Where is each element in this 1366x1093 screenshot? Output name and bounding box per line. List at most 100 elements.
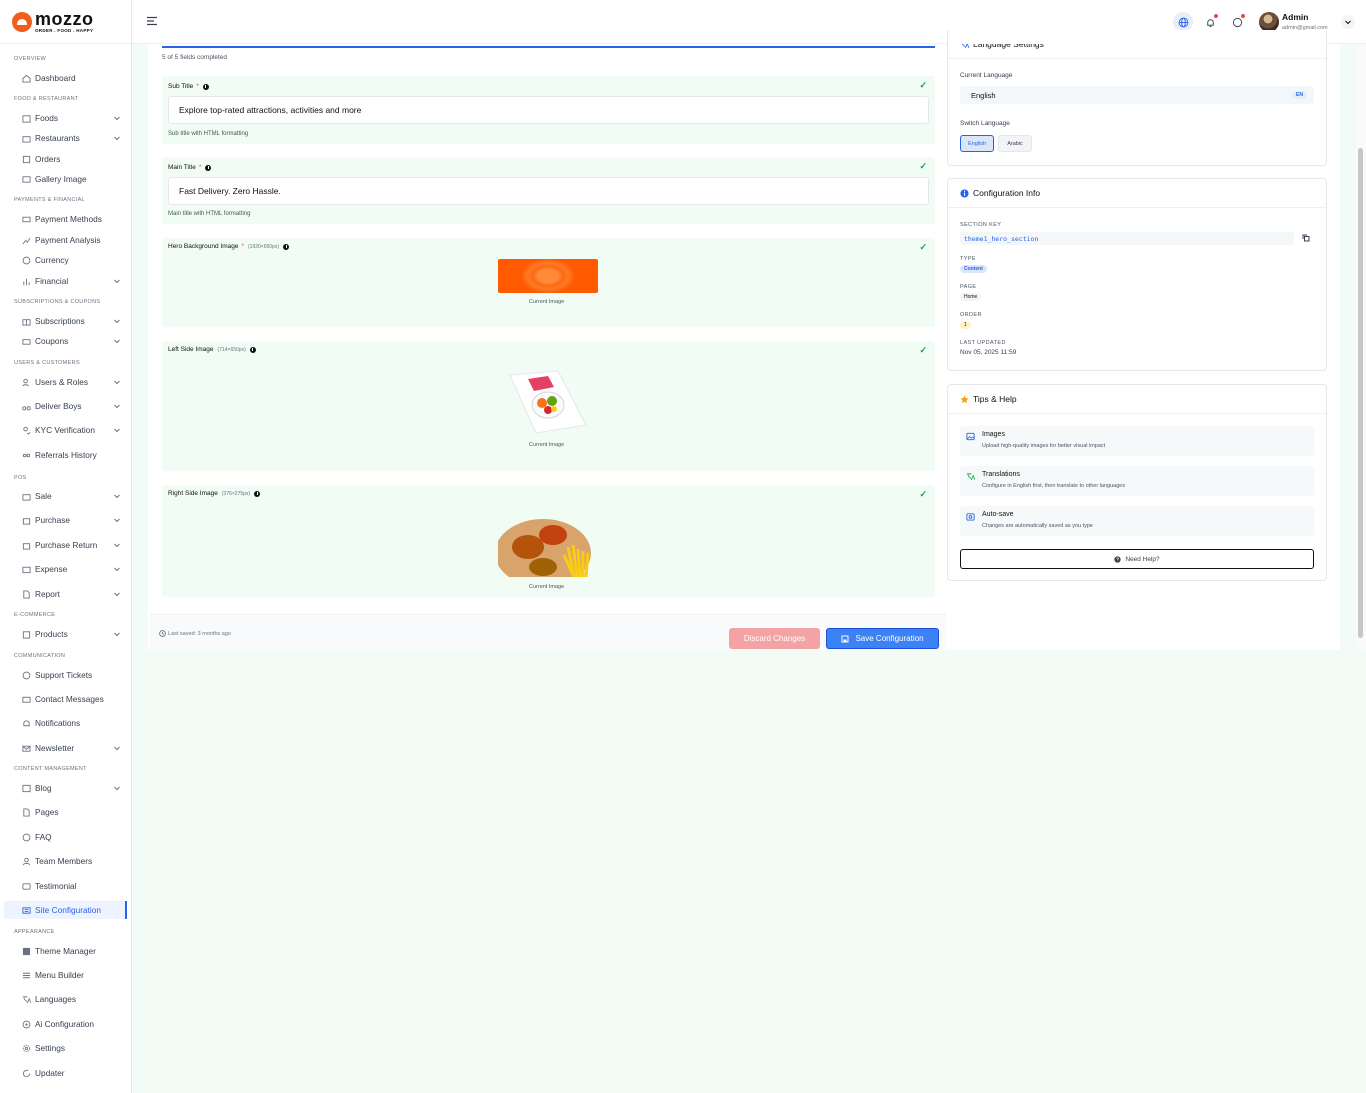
help-circle-icon <box>1114 555 1121 563</box>
right-image-preview[interactable] <box>498 507 598 579</box>
sidebar-item-restaurants[interactable]: Restaurants <box>4 129 127 147</box>
sidebar-item-label: Pages <box>35 807 59 817</box>
current-language-value: English <box>971 91 996 100</box>
sidebar-item-label: KYC Verification <box>35 425 95 435</box>
tip-translations: Translations Configure in English first,… <box>960 466 1314 496</box>
sidebar-item-menu[interactable]: Menu Builder <box>4 966 127 984</box>
sidebar-item-label: Ai Configuration <box>35 1019 95 1029</box>
sidebar-item-report[interactable]: Report <box>4 585 127 603</box>
nav-section-appearance: APPEARANCE <box>14 929 55 935</box>
progress-bar <box>162 46 935 48</box>
clock-icon <box>159 630 166 637</box>
sidebar-item-label: Gallery Image <box>35 174 87 184</box>
sidebar-item-settings[interactable]: Settings <box>4 1039 127 1057</box>
need-help-button[interactable]: Need Help? <box>960 549 1314 569</box>
sidebar-item-subscriptions[interactable]: Subscriptions <box>4 312 127 330</box>
app-root: mozzo ORDER . FOOD . HAPPY OVERVIEW Dash… <box>0 0 1366 1093</box>
sidebar-item-label: Testimonial <box>35 881 77 891</box>
brand-tagline: ORDER . FOOD . HAPPY <box>35 27 94 33</box>
sidebar-item-ai-configuration[interactable]: Ai Configuration <box>4 1015 127 1033</box>
sidebar-item-label: Purchase Return <box>35 540 98 550</box>
sidebar-item-languages[interactable]: Languages <box>4 990 127 1008</box>
sidebar-item-pages[interactable]: Pages <box>4 803 127 821</box>
sidebar-item-sale[interactable]: Sale <box>4 487 127 505</box>
info-icon[interactable] <box>202 83 209 90</box>
configuration-info-card: Configuration Info SECTION KEY theme1_he… <box>947 178 1327 371</box>
box-icon <box>22 114 31 123</box>
sidebar-item-dashboard[interactable]: Dashboard <box>4 69 127 87</box>
sub-title-input[interactable]: Explore top-rated attractions, activitie… <box>168 96 929 124</box>
tip-title: Images <box>982 431 1005 438</box>
user-check-icon <box>22 426 31 435</box>
sidebar-item-payment-methods[interactable]: Payment Methods <box>4 210 127 228</box>
sidebar-item-site-configuration[interactable]: Site Configuration <box>4 901 127 919</box>
sidebar-item-coupons[interactable]: Coupons <box>4 332 127 350</box>
sidebar-item-contact[interactable]: Contact Messages <box>4 690 127 708</box>
check-icon: ✓ <box>919 489 927 499</box>
sidebar-item-label: Orders <box>35 154 61 164</box>
sidebar-item-purchase-return[interactable]: Purchase Return <box>4 536 127 554</box>
sidebar-item-financial[interactable]: Financial <box>4 272 127 290</box>
copy-icon[interactable] <box>1302 234 1310 242</box>
info-icon[interactable] <box>205 164 212 171</box>
language-option-english[interactable]: English <box>960 135 994 152</box>
menu-toggle-icon[interactable] <box>146 15 158 27</box>
language-settings-card: Language Settings Current Language Engli… <box>947 30 1327 166</box>
sidebar-item-deliver-boys[interactable]: Deliver Boys <box>4 397 127 415</box>
brand-name: mozzo <box>35 8 94 29</box>
sidebar-item-gallery[interactable]: Gallery Image <box>4 170 127 188</box>
cpu-icon <box>22 1020 31 1029</box>
tip-description: Changes are automatically saved as you t… <box>982 523 1093 529</box>
field-hint: Sub title with HTML formatting <box>168 131 249 137</box>
field-hero-background: Hero Background Image * (1920×650px) ✓ Cur… <box>162 238 935 327</box>
info-icon[interactable] <box>249 346 256 353</box>
sidebar-item-testimonial[interactable]: Testimonial <box>4 877 127 895</box>
sidebar-item-theme[interactable]: Theme Manager <box>4 942 127 960</box>
sidebar-item-foods[interactable]: Foods <box>4 109 127 127</box>
chevron-down-icon <box>114 632 120 637</box>
sidebar-item-currency[interactable]: Currency <box>4 251 127 269</box>
chart-icon <box>22 236 31 245</box>
info-icon[interactable] <box>254 490 261 497</box>
file-icon <box>22 589 31 599</box>
nav-section-payments: PAYMENTS & FINANCIAL <box>14 197 85 203</box>
sidebar-item-users-roles[interactable]: Users & Roles <box>4 373 127 391</box>
sidebar-item-label: Coupons <box>35 336 69 346</box>
chevron-down-icon <box>114 136 120 141</box>
language-option-arabic[interactable]: Arabic <box>998 135 1032 152</box>
sidebar-item-label: Languages <box>35 994 77 1004</box>
info-icon[interactable] <box>283 243 289 250</box>
sidebar-item-expense[interactable]: Expense <box>4 560 127 578</box>
main-title-input[interactable]: Fast Delivery. Zero Hassle. <box>168 177 929 205</box>
sidebar-item-faq[interactable]: FAQ <box>4 828 127 846</box>
hero-image-preview[interactable] <box>498 259 598 293</box>
discard-changes-button[interactable]: Discard Changes <box>729 628 820 649</box>
sidebar-item-payment-analysis[interactable]: Payment Analysis <box>4 231 127 249</box>
sidebar-item-label: Settings <box>35 1043 65 1053</box>
scroll-thumb[interactable] <box>1358 148 1363 638</box>
sidebar-item-kyc[interactable]: KYC Verification <box>4 421 127 439</box>
nav-section-comm: COMMUNICATION <box>14 653 66 659</box>
sidebar-item-orders[interactable]: Orders <box>4 150 127 168</box>
sidebar-item-label: Payment Methods <box>35 214 102 224</box>
chevron-down-icon <box>114 494 120 499</box>
sidebar-item-products[interactable]: Products <box>4 625 127 643</box>
sidebar-item-purchase[interactable]: Purchase <box>4 511 127 529</box>
sidebar-item-notifications[interactable]: Notifications <box>4 714 127 732</box>
sidebar-item-team[interactable]: Team Members <box>4 852 127 870</box>
sidebar-item-updater[interactable]: Updater <box>4 1064 127 1082</box>
field-label: Hero Background Image * (1920×650px) <box>168 243 289 250</box>
sidebar-item-label: Foods <box>35 113 59 123</box>
sidebar-item-blog[interactable]: Blog <box>4 779 127 797</box>
sidebar-item-referrals[interactable]: Referrals History <box>4 446 127 464</box>
save-icon <box>841 635 849 642</box>
chevron-down-icon <box>114 404 120 409</box>
sidebar-item-support[interactable]: Support Tickets <box>4 666 127 684</box>
left-image-preview[interactable] <box>508 367 588 437</box>
scrollbar[interactable] <box>1356 44 1366 650</box>
sidebar-item-label: Contact Messages <box>35 694 104 704</box>
save-configuration-button[interactable]: Save Configuration <box>826 628 939 649</box>
sidebar-item-newsletter[interactable]: Newsletter <box>4 739 127 757</box>
switch-language-label: Switch Language <box>960 120 1010 127</box>
brand-logo[interactable]: mozzo ORDER . FOOD . HAPPY <box>0 0 131 44</box>
